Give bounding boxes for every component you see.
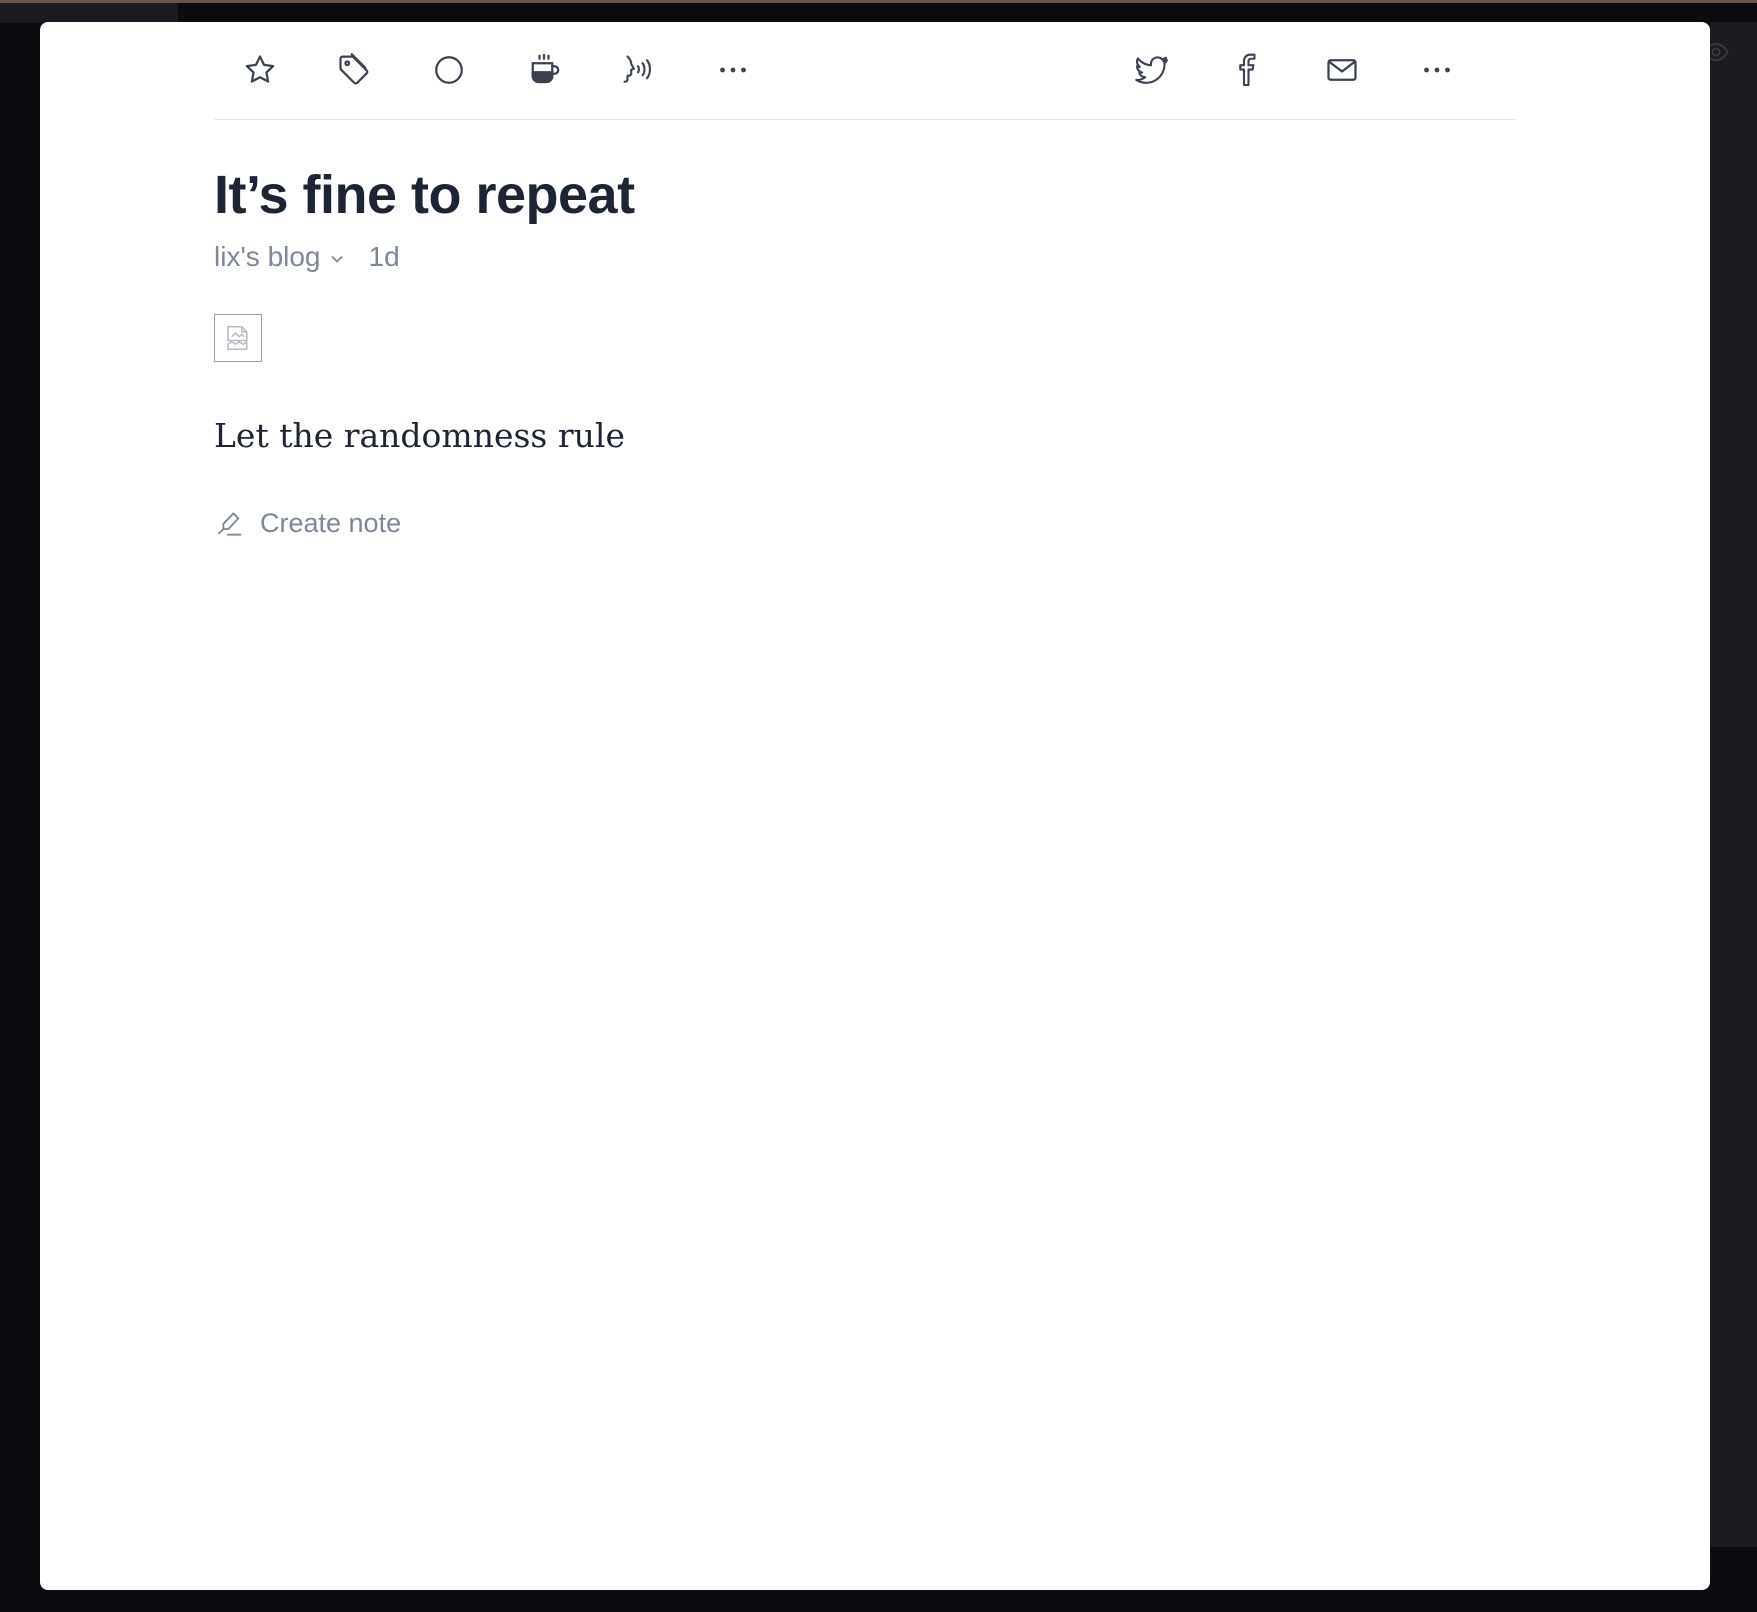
tag-button[interactable] [330, 46, 378, 94]
article-age: 1d [368, 241, 400, 272]
text-to-speech-button[interactable] [614, 46, 662, 94]
more-horizontal-icon [1424, 67, 1450, 73]
tag-icon [339, 53, 369, 85]
read-later-button[interactable] [520, 46, 568, 94]
highlighter-icon [218, 511, 242, 536]
broken-image-placeholder [214, 314, 262, 362]
chevron-down-icon [331, 255, 342, 262]
text-to-speech-icon [623, 55, 651, 83]
article-card: It’s fine to repeat lix's blog 1d Let th… [40, 22, 1710, 1590]
article-toolbar [214, 22, 1516, 120]
share-email-button[interactable] [1318, 46, 1366, 94]
background-sidebar-strip [0, 3, 178, 23]
mark-read-button[interactable] [425, 46, 473, 94]
share-facebook-button[interactable] [1223, 46, 1271, 94]
more-actions-button[interactable] [709, 46, 757, 94]
more-share-button[interactable] [1413, 46, 1461, 94]
share-twitter-button[interactable] [1128, 46, 1176, 94]
coffee-icon [531, 53, 560, 84]
article-meta: lix's blog 1d [214, 240, 1516, 274]
article-content: It’s fine to repeat lix's blog 1d Let th… [214, 162, 1516, 539]
create-note-button[interactable]: Create note [214, 508, 1516, 539]
create-note-label: Create note [260, 508, 402, 538]
feed-name-dropdown[interactable]: lix's blog [214, 241, 345, 273]
feed-name: lix's blog [214, 241, 321, 272]
facebook-icon [1239, 53, 1256, 87]
article-title: It’s fine to repeat [214, 165, 635, 225]
more-horizontal-icon [720, 67, 746, 73]
background-panel [1710, 22, 1757, 1547]
window-top-edge [0, 0, 1757, 3]
article-body: Let the randomness rule [214, 416, 625, 455]
star-icon [245, 55, 275, 83]
star-button[interactable] [236, 46, 284, 94]
mail-icon [1327, 59, 1357, 81]
circle-icon [435, 56, 463, 84]
twitter-icon [1135, 56, 1169, 84]
broken-image-icon [227, 326, 248, 350]
